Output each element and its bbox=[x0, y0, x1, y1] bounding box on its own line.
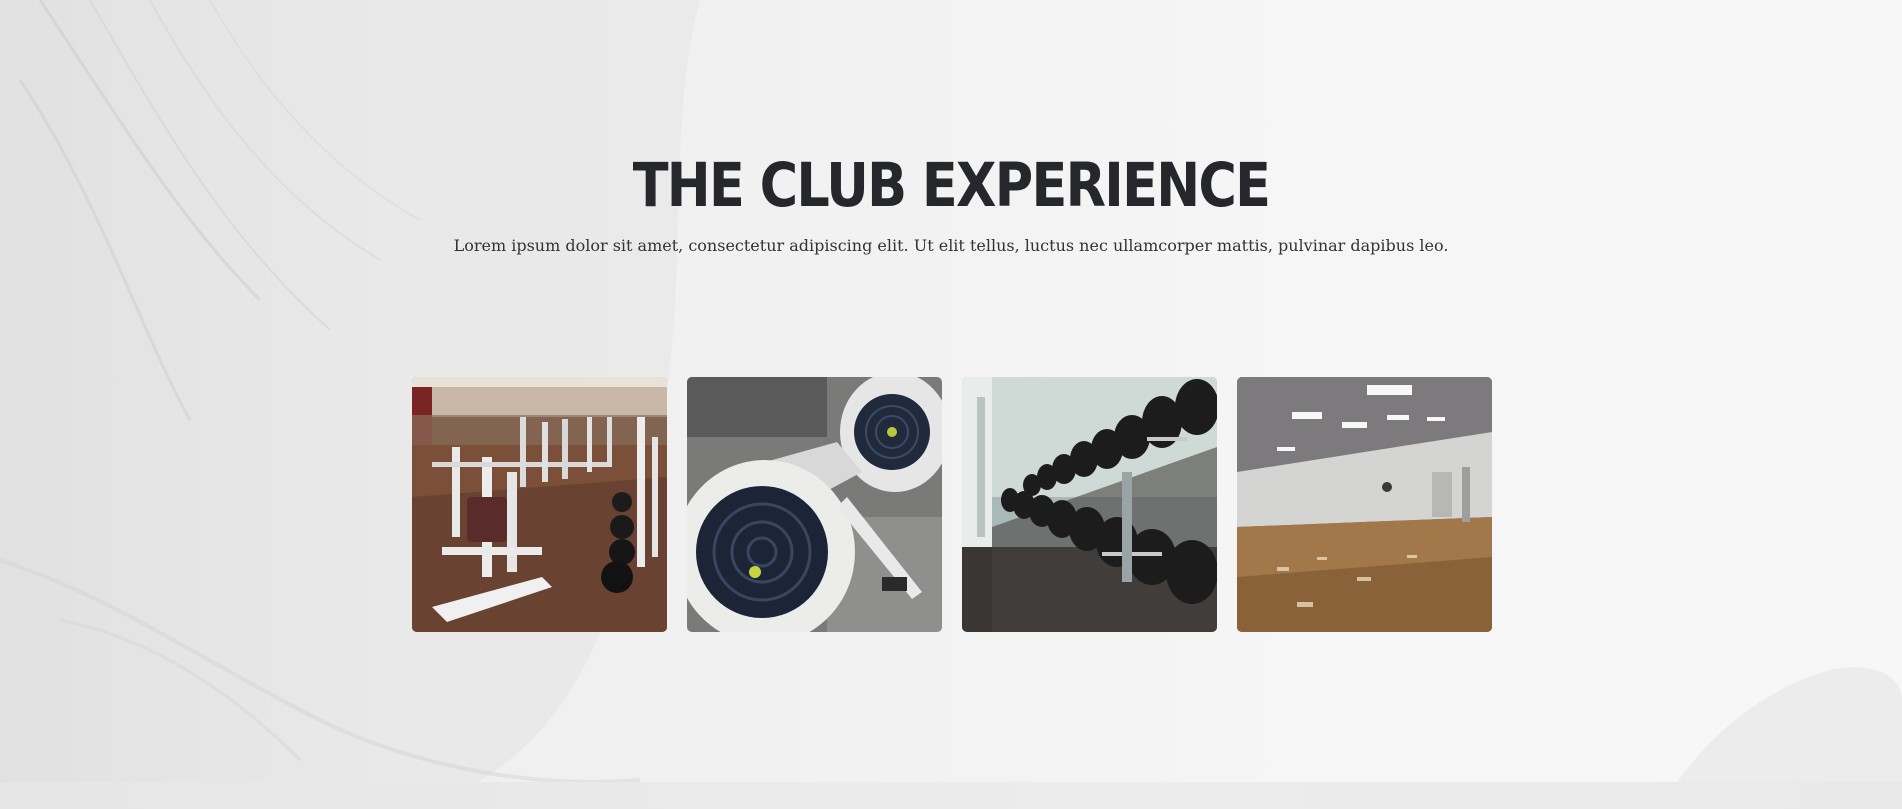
photo-gallery bbox=[412, 377, 1492, 632]
gym-floor-image[interactable] bbox=[412, 377, 667, 632]
bottom-band bbox=[0, 782, 1902, 809]
studio-room-image[interactable] bbox=[1237, 377, 1492, 632]
section-description: Lorem ipsum dolor sit amet, consectetur … bbox=[453, 236, 1449, 255]
section-heading: THE CLUB EXPERIENCE bbox=[632, 150, 1271, 221]
rowing-machines-image[interactable] bbox=[687, 377, 942, 632]
dumbbell-rack-image[interactable] bbox=[962, 377, 1217, 632]
club-experience-section: THE CLUB EXPERIENCE Lorem ipsum dolor si… bbox=[0, 0, 1902, 809]
